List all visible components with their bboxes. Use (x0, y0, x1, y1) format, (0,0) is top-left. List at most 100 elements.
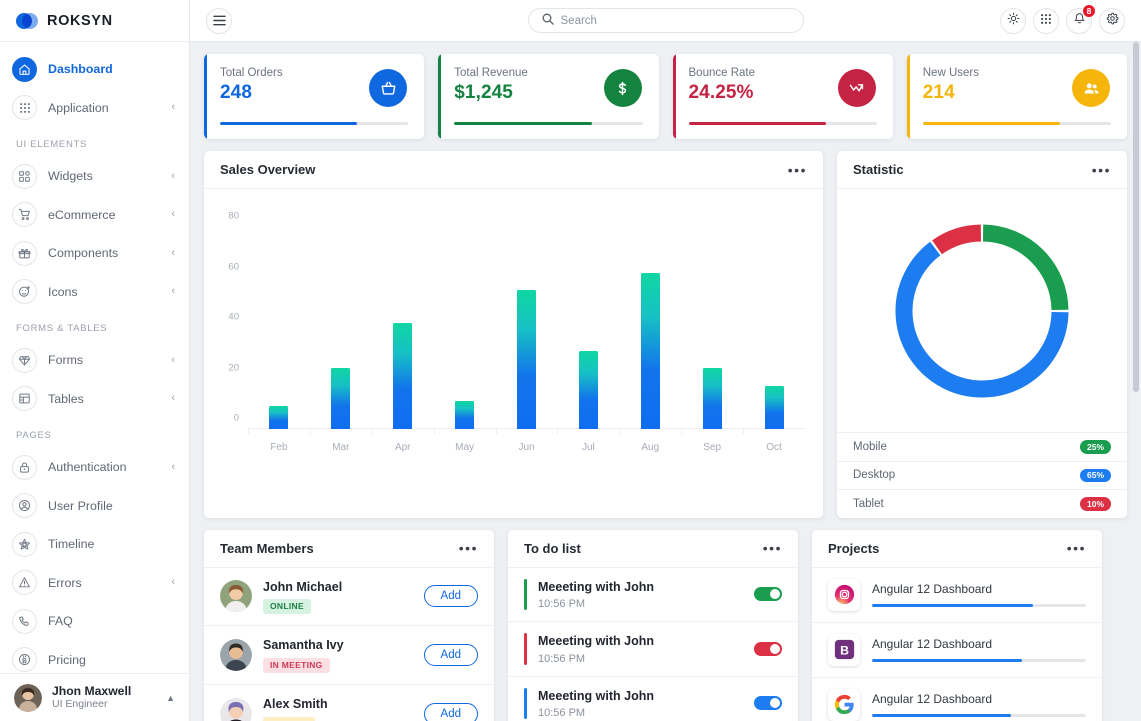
chevron-left-icon[interactable]: ‹ (171, 170, 175, 182)
bar-column[interactable] (681, 207, 743, 434)
legend-row-tablet: Tablet 10% (837, 489, 1127, 518)
bar-column[interactable] (433, 207, 496, 434)
status-badge: 65% (1079, 468, 1111, 482)
sidebar-user-role: UI Engineer (52, 697, 108, 710)
legend-label: Desktop (853, 469, 896, 482)
stat-progress-bar (688, 121, 877, 125)
donut-chart (837, 189, 1127, 432)
sidebar-item-faq[interactable]: FAQ (0, 602, 189, 641)
search-bar[interactable] (527, 8, 804, 33)
sidebar-item-application[interactable]: Application ‹ (0, 89, 189, 128)
more-options-icon[interactable]: ••• (788, 163, 807, 177)
sidebar-item-components[interactable]: Components ‹ (0, 234, 189, 273)
add-member-button[interactable]: Add (423, 644, 478, 667)
bar-column[interactable] (495, 207, 558, 434)
member-name: Alex Smith (263, 697, 328, 712)
donut-segment-tablet[interactable] (932, 224, 982, 254)
sidebar-user-profile[interactable]: Jhon Maxwell UI Engineer ▲ (0, 673, 189, 721)
todo-accent-bar (524, 633, 527, 665)
chevron-left-icon[interactable]: ‹ (171, 102, 175, 113)
bar-column[interactable] (619, 207, 681, 434)
brand-logo[interactable]: ROKSYN (0, 0, 189, 42)
card-header: Sales Overview ••• (204, 151, 823, 189)
more-options-icon[interactable]: ••• (459, 541, 478, 555)
bar[interactable] (393, 323, 413, 429)
bar-column[interactable] (309, 207, 372, 434)
card-title: Team Members (220, 540, 314, 556)
status-badge: IN MEETING (263, 658, 330, 673)
sidebar-item-dashboard[interactable]: Dashboard (0, 50, 189, 89)
sidebar-group-title: PAGES (16, 430, 52, 441)
more-options-icon[interactable]: ••• (1067, 541, 1086, 555)
stat-card-new-users[interactable]: New Users 214 (906, 54, 1127, 139)
donut-segment-mobile[interactable] (982, 224, 1069, 310)
content: Total Orders 248 Total Revenue $1,245 Bounce… (190, 42, 1141, 721)
hamburger-menu-icon[interactable] (206, 7, 232, 34)
sidebar-item-user-profile[interactable]: User Profile (0, 487, 189, 526)
bar[interactable] (764, 386, 784, 429)
more-options-icon[interactable]: ••• (763, 541, 782, 555)
x-axis-label: Jun (518, 442, 535, 453)
search-input[interactable] (560, 14, 790, 27)
add-member-button[interactable]: Add (423, 585, 478, 608)
grid-apps-icon (12, 95, 37, 121)
bar[interactable] (578, 350, 598, 429)
sidebar-item-timeline[interactable]: Timeline (0, 525, 189, 564)
team-members-list: John Michael ONLINE Add Samantha Ivy IN MEET… (204, 568, 494, 721)
chevron-left-icon[interactable]: ‹ (171, 577, 175, 588)
stat-card-bounce-rate[interactable]: Bounce Rate 24.25% (672, 54, 893, 139)
stat-card-total-orders[interactable]: Total Orders 248 (204, 54, 425, 139)
legend-row-mobile: Mobile 25% (837, 432, 1127, 461)
bar[interactable] (702, 368, 722, 429)
bar-column[interactable] (743, 207, 805, 434)
chevron-left-icon[interactable]: ‹ (171, 393, 175, 404)
bar[interactable] (640, 272, 660, 429)
bar[interactable] (455, 401, 475, 429)
bar[interactable] (517, 290, 536, 429)
sidebar-item-authentication[interactable]: Authentication ‹ (0, 448, 189, 487)
sales-overview-card: Sales Overview ••• 0 20 40 60 80 Feb Mar Apr Ma… (204, 151, 823, 518)
bars-container (248, 207, 805, 434)
chevron-left-icon[interactable]: ‹ (171, 461, 175, 473)
scrollbar-thumb[interactable] (1133, 42, 1139, 392)
settings-button[interactable] (1099, 7, 1125, 34)
avatar (14, 683, 42, 712)
bar[interactable] (269, 406, 289, 429)
add-member-button[interactable]: Add (423, 703, 478, 721)
todo-toggle[interactable] (754, 641, 782, 656)
sidebar-item-forms[interactable]: Forms ‹ (0, 341, 189, 380)
legend-label: Mobile (853, 440, 887, 453)
chevron-left-icon[interactable]: ‹ (171, 286, 175, 297)
more-options-icon[interactable]: ••• (1092, 163, 1111, 177)
chevron-left-icon[interactable]: ‹ (171, 354, 175, 366)
page-title: Sales Overview (220, 162, 316, 177)
x-axis-label: Oct (766, 442, 782, 453)
caret-up-icon[interactable]: ▲ (166, 693, 175, 703)
sidebar-item-icons[interactable]: Icons ‹ (0, 273, 189, 312)
todo-toggle[interactable] (754, 587, 782, 602)
notifications-button[interactable]: 8 (1066, 3, 1096, 34)
sidebar-item-widgets[interactable]: Widgets ‹ (0, 157, 189, 196)
todo-toggle[interactable] (754, 696, 782, 711)
basket-icon (369, 69, 408, 107)
bar-column[interactable] (557, 207, 619, 434)
team-member-row: Samantha Ivy IN MEETING Add (204, 626, 494, 686)
bar-column[interactable] (371, 207, 434, 434)
chevron-left-icon[interactable]: ‹ (171, 247, 175, 259)
stat-card-total-revenue[interactable]: Total Revenue $1,245 (438, 54, 659, 139)
bottom-cards-row: Team Members ••• John Michael ONLINE Add Sa… (204, 529, 1127, 721)
lock-icon (12, 454, 37, 480)
bar-column[interactable] (248, 207, 310, 434)
widgets-icon (12, 163, 37, 189)
sidebar-group-title: FORMS & TABLES (16, 323, 108, 334)
bar[interactable] (331, 368, 351, 429)
apps-grid-button[interactable] (1033, 7, 1059, 34)
vertical-scrollbar[interactable] (1131, 42, 1141, 721)
sidebar-item-errors[interactable]: Errors ‹ (0, 564, 189, 603)
chevron-left-icon[interactable]: ‹ (171, 209, 175, 220)
donut-segment-desktop[interactable] (895, 241, 1069, 397)
sidebar-item-pricing[interactable]: B Pricing (0, 641, 189, 674)
theme-toggle-button[interactable] (1000, 7, 1026, 34)
sidebar-item-ecommerce[interactable]: eCommerce ‹ (0, 196, 189, 235)
sidebar-item-tables[interactable]: Tables ‹ (0, 380, 189, 419)
